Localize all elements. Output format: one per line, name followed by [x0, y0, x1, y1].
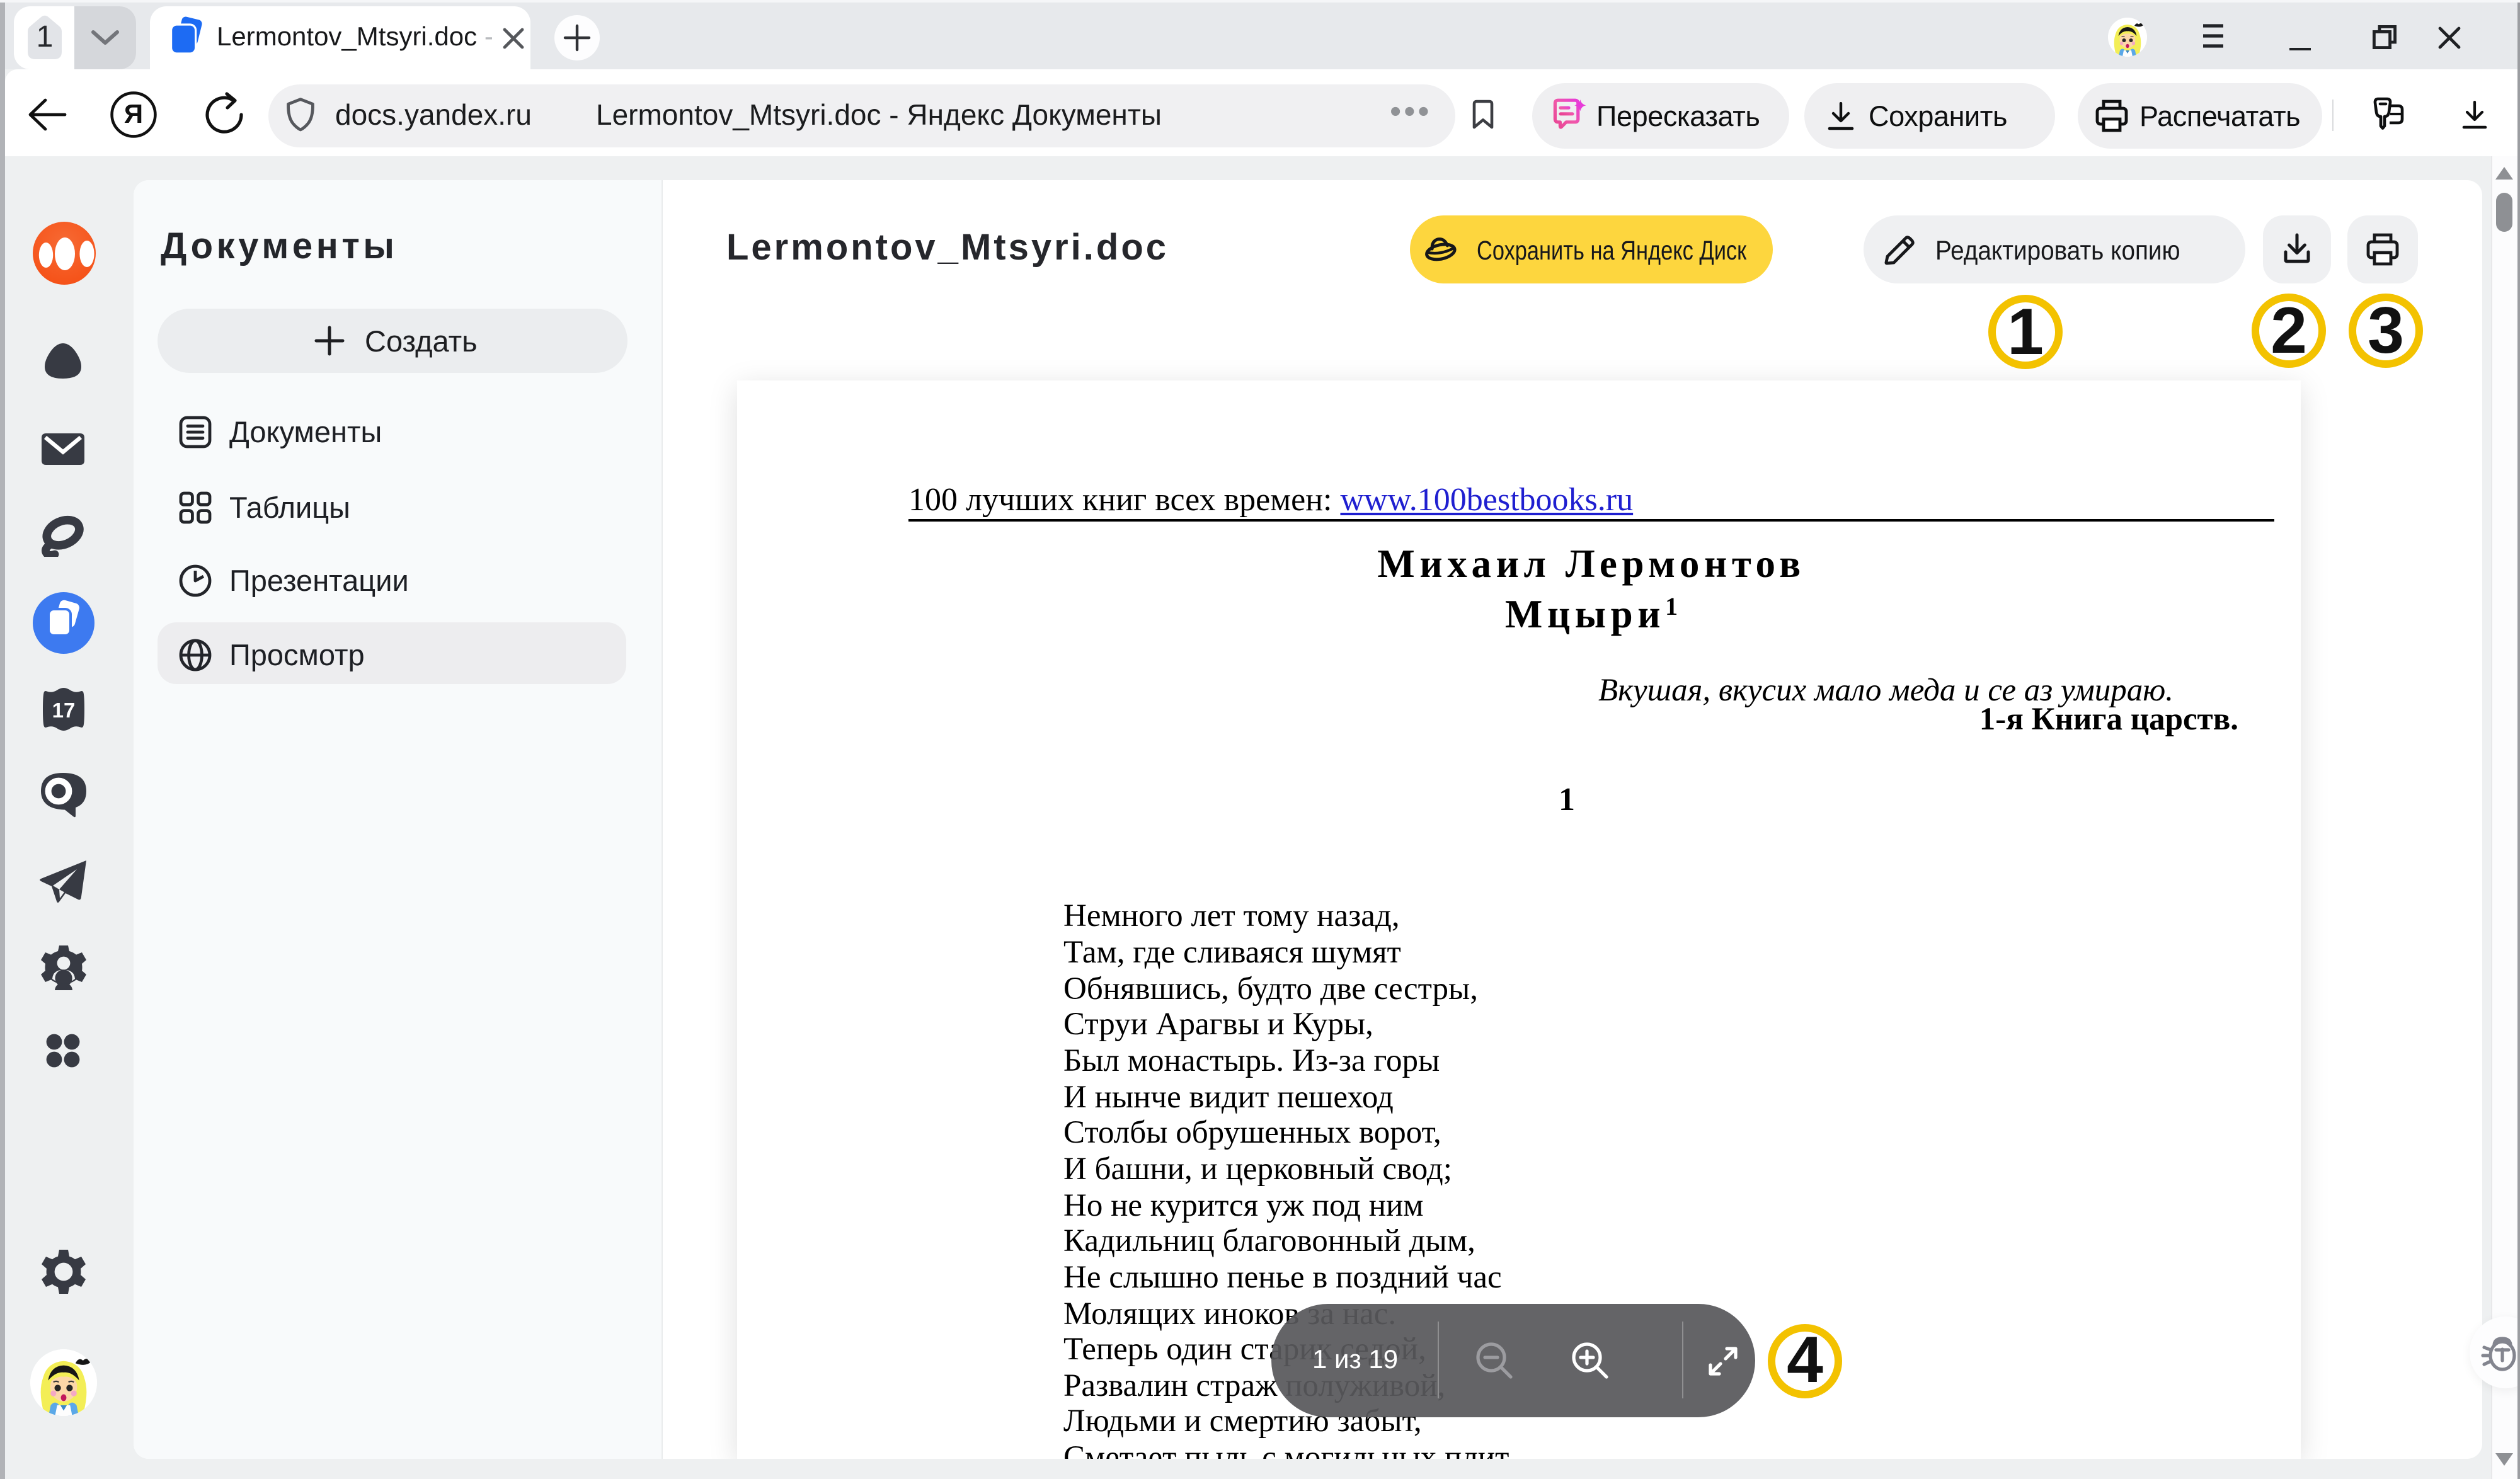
svg-text:17: 17	[52, 699, 75, 722]
svg-text:Я: Я	[124, 99, 143, 128]
